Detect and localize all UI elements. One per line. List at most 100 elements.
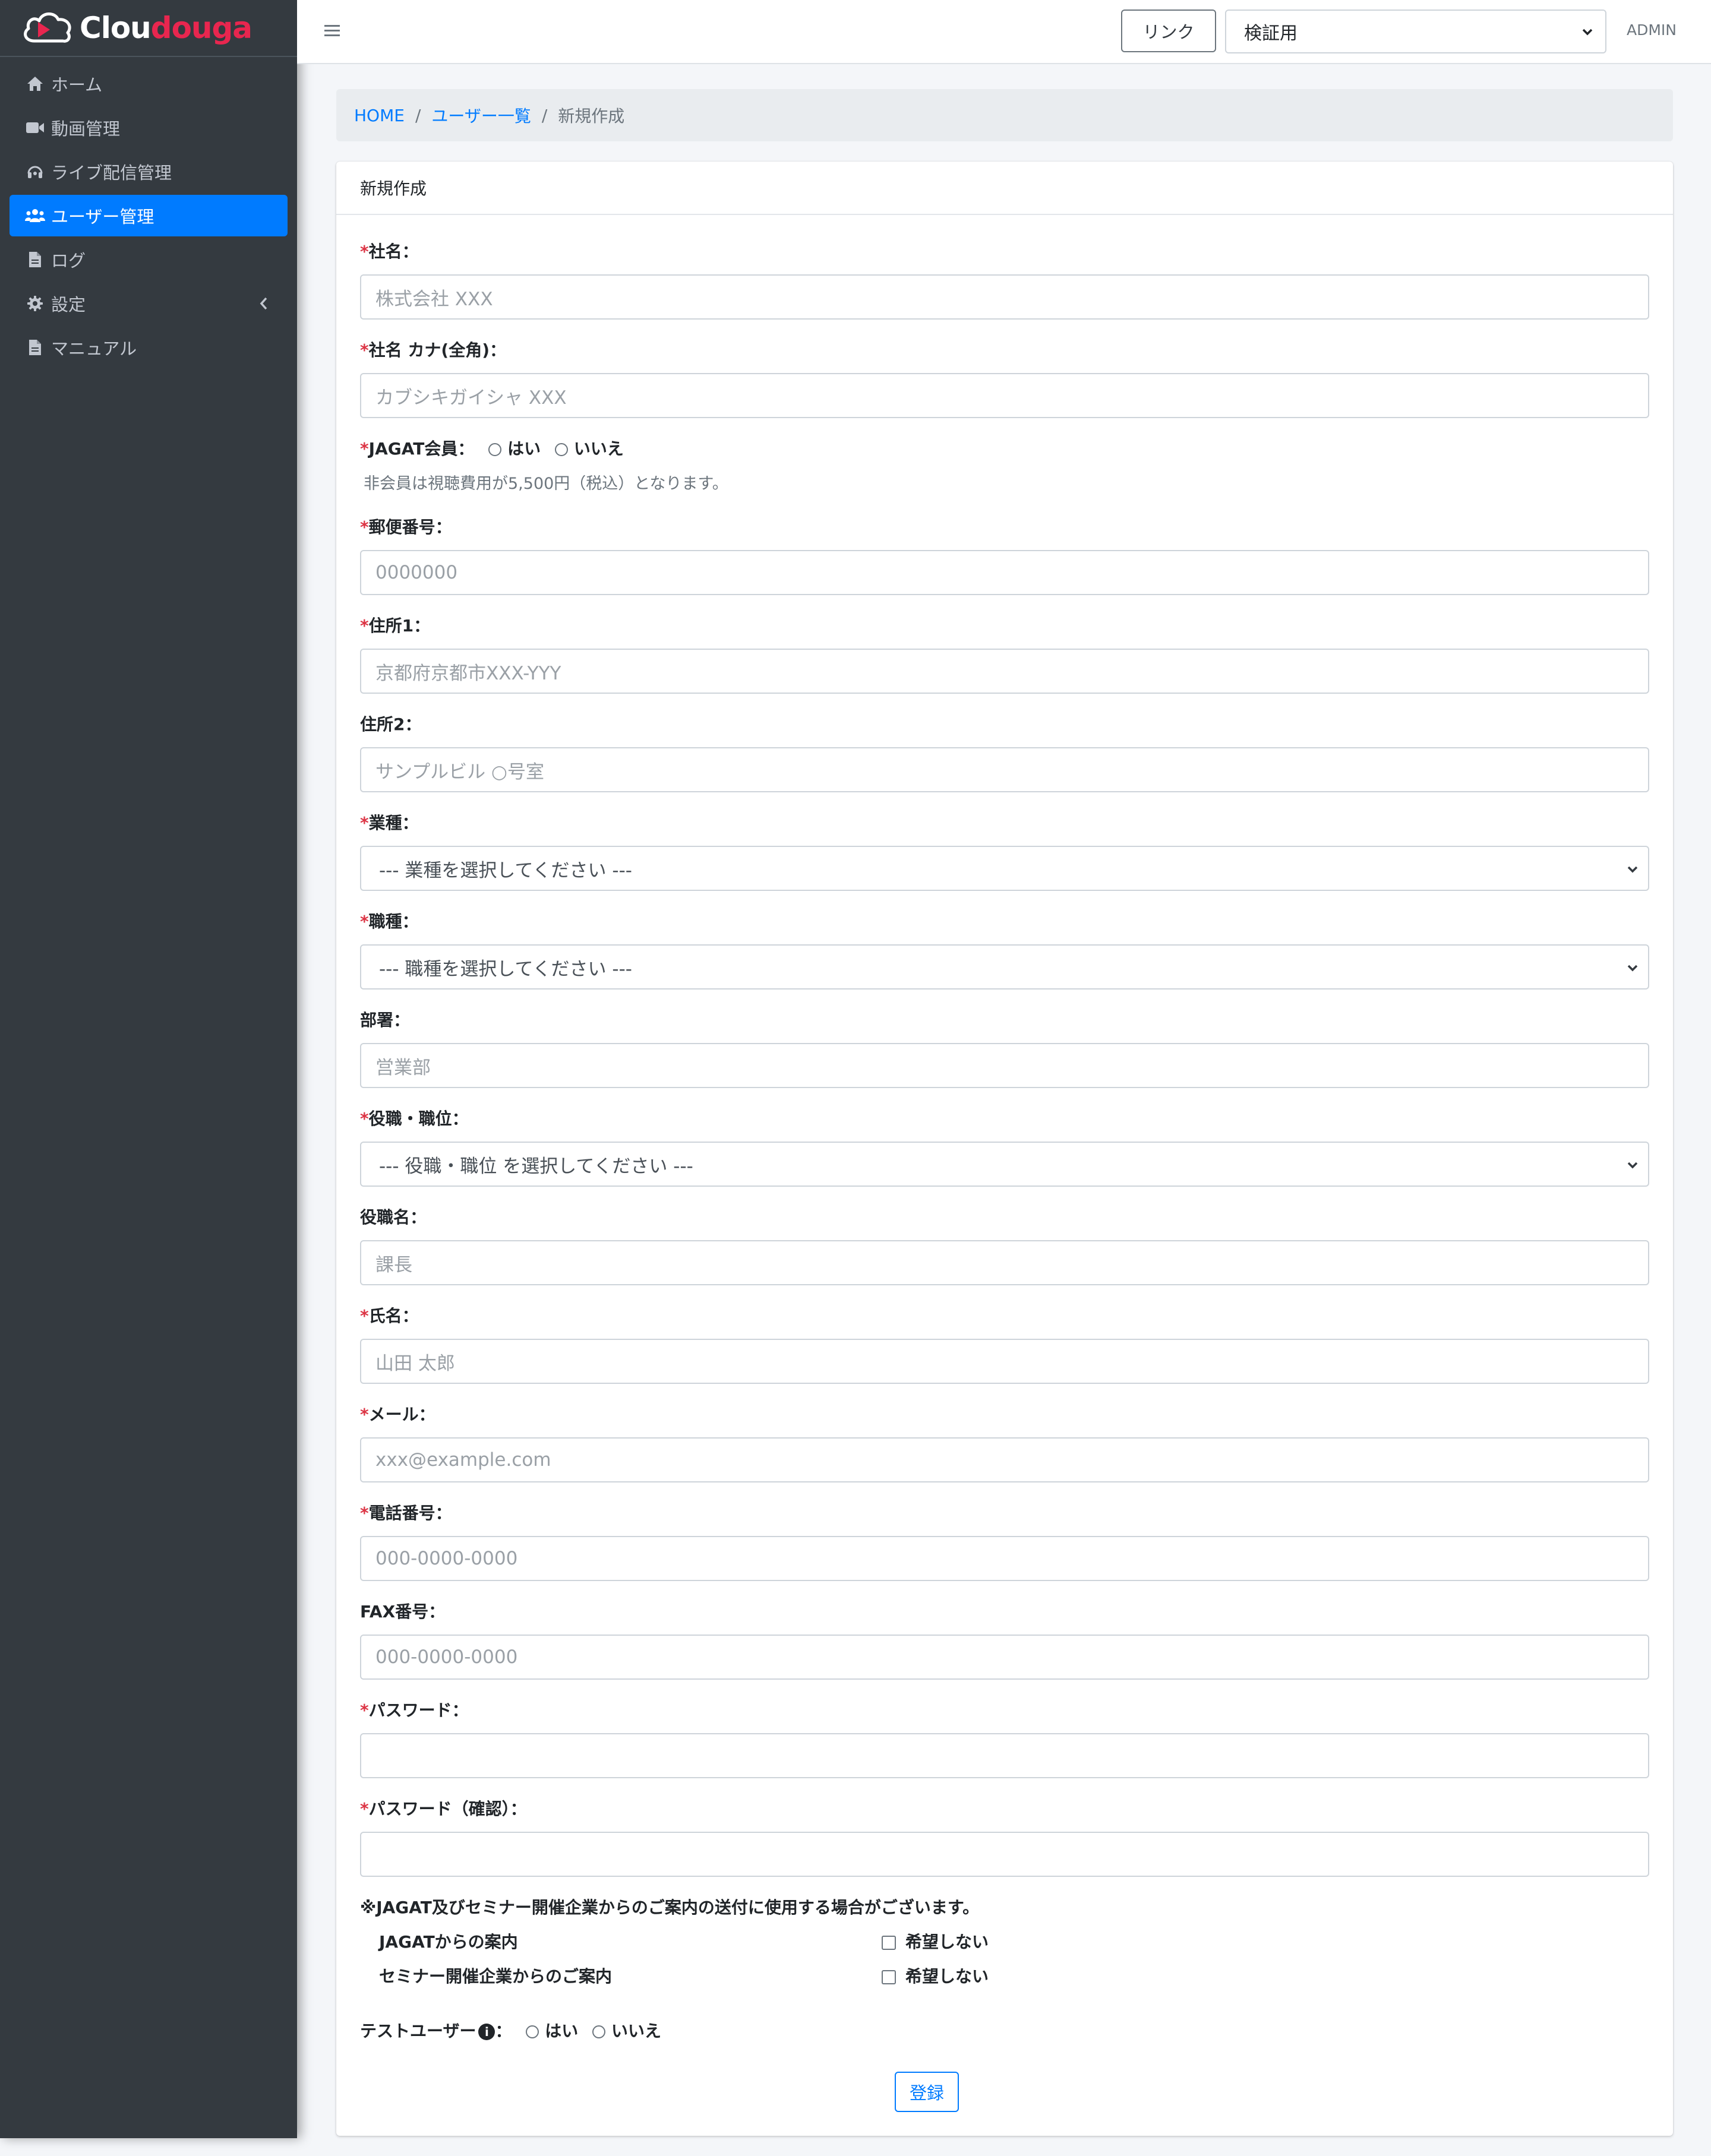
environment-select-value: 検証用 (1244, 23, 1298, 44)
sidebar-item-label: ホーム (51, 75, 103, 95)
sidebar-item-videos[interactable]: 動画管理 (10, 107, 288, 148)
job-type-select[interactable]: --- 職種を選択してください --- (360, 944, 1649, 990)
sidebar-nav: ホーム 動画管理 ライブ配信管理 ユーザー管理 ログ 設定 マニュアル (0, 57, 297, 368)
breadcrumb-users-link[interactable]: ユーザー一覧 (431, 103, 531, 127)
email-label-text: メール： (368, 1405, 435, 1424)
info-icon[interactable]: i (478, 2024, 495, 2040)
brand-text-part2: douga (150, 11, 252, 45)
phone-label-text: 電話番号： (368, 1503, 452, 1523)
card-title: 新規作成 (336, 162, 1673, 215)
email-input[interactable]: xxx@example.com (360, 1437, 1649, 1482)
position-name-input[interactable]: 課長 (360, 1240, 1649, 1285)
phone-label: *電話番号： (360, 1500, 452, 1524)
link-button[interactable]: リンク (1121, 10, 1216, 52)
fax-label: FAX番号： (360, 1602, 446, 1621)
postal-code-label-text: 郵便番号： (368, 517, 452, 537)
sidebar-item-live[interactable]: ライブ配信管理 (10, 151, 288, 192)
jagat-member-yes-radio[interactable] (488, 443, 502, 456)
jagat-member-no-radio[interactable] (554, 443, 568, 456)
sidebar: Cloudouga ホーム 動画管理 ライブ配信管理 ユーザー管理 ログ 設定 … (0, 0, 297, 2138)
required-mark: * (360, 912, 369, 931)
test-user-field: テストユーザー i： はい いいえ (360, 2018, 661, 2042)
sidebar-item-users[interactable]: ユーザー管理 (10, 195, 288, 236)
password-input[interactable] (360, 1733, 1649, 1778)
sidebar-item-manual[interactable]: マニュアル (10, 327, 288, 368)
position-label: *役職・職位： (360, 1106, 469, 1130)
industry-select-value: --- 業種を選択してください --- (379, 859, 632, 881)
jagat-member-label-text: JAGAT会員： (368, 439, 475, 459)
sidebar-item-label: 設定 (51, 295, 86, 315)
test-user-yes-radio[interactable] (526, 2025, 539, 2038)
breadcrumb-home-link[interactable]: HOME (354, 106, 405, 125)
sidebar-item-label: 動画管理 (51, 119, 121, 139)
jagat-info-checkbox-label[interactable]: 希望しない (905, 1932, 989, 1952)
sidebar-item-home[interactable]: ホーム (10, 63, 288, 105)
breadcrumb-separator: / (541, 105, 548, 125)
industry-select[interactable]: --- 業種を選択してください --- (360, 846, 1649, 891)
register-button[interactable]: 登録 (895, 2072, 959, 2112)
address2-input[interactable]: サンプルビル ○号室 (360, 747, 1649, 792)
required-mark: * (360, 1799, 369, 1819)
test-user-no-label[interactable]: いいえ (611, 2021, 661, 2041)
user-menu-label[interactable]: ADMIN (1627, 21, 1677, 39)
job-type-select-value: --- 職種を選択してください --- (379, 958, 632, 980)
test-user-colon: ： (495, 2021, 512, 2041)
sidebar-item-settings[interactable]: 設定 (10, 283, 288, 324)
position-label-text: 役職・職位： (368, 1109, 469, 1128)
environment-select[interactable]: 検証用 (1225, 10, 1606, 53)
seminar-info-optout[interactable]: 希望しない (882, 1964, 989, 1987)
required-mark: * (360, 1109, 369, 1128)
position-select-value: --- 役職・職位 を選択してください --- (379, 1155, 693, 1177)
phone-input[interactable]: 000-0000-0000 (360, 1536, 1649, 1581)
brand-logo[interactable]: Cloudouga (0, 0, 297, 57)
test-user-no-radio[interactable] (592, 2025, 605, 2038)
fax-input[interactable]: 000-0000-0000 (360, 1635, 1649, 1680)
jagat-member-label: *JAGAT会員： はい いいえ (360, 436, 624, 460)
seminar-info-checkbox-label[interactable]: 希望しない (905, 1967, 989, 1986)
position-name-label: 役職名： (360, 1207, 427, 1227)
jagat-member-help: 非会員は視聴費用が5,500円（税込）となります。 (364, 475, 728, 493)
industry-label: *業種： (360, 810, 419, 834)
required-mark: * (360, 340, 369, 360)
password-confirm-label-text: パスワード（確認）： (368, 1799, 527, 1819)
jagat-member-no-label[interactable]: いいえ (574, 439, 624, 459)
address1-input[interactable]: 京都府京都市XXX-YYY (360, 649, 1649, 694)
department-input[interactable]: 営業部 (360, 1043, 1649, 1088)
chevron-down-icon (1627, 965, 1638, 972)
company-name-label: *社名： (360, 239, 419, 263)
sidebar-item-log[interactable]: ログ (10, 239, 288, 280)
sidebar-item-label: ユーザー管理 (51, 207, 154, 227)
sidebar-item-label: ライブ配信管理 (51, 163, 172, 183)
postal-code-input[interactable]: 0000000 (360, 550, 1649, 595)
seminar-info-label: セミナー開催企業からのご案内 (379, 1967, 613, 1986)
required-mark: * (360, 1700, 369, 1720)
required-mark: * (360, 517, 369, 537)
company-name-input[interactable]: 株式会社 XXX (360, 274, 1649, 320)
password-label: *パスワード： (360, 1697, 469, 1721)
company-kana-input[interactable]: カブシキガイシャ XXX (360, 373, 1649, 418)
seminar-info-checkbox[interactable] (882, 1970, 896, 1984)
password-confirm-input[interactable] (360, 1832, 1649, 1877)
full-name-label: *氏名： (360, 1303, 419, 1327)
jagat-info-checkbox[interactable] (882, 1936, 896, 1950)
test-user-yes-label[interactable]: はい (545, 2021, 578, 2041)
video-camera-icon (25, 118, 45, 138)
company-name-label-text: 社名： (368, 242, 419, 261)
job-type-label-text: 職種： (368, 912, 419, 931)
hamburger-menu-icon[interactable] (323, 21, 341, 39)
chevron-left-icon (260, 297, 267, 310)
jagat-info-label: JAGATからの案内 (379, 1932, 518, 1952)
full-name-input[interactable]: 山田 太郎 (360, 1339, 1649, 1384)
jagat-member-yes-label[interactable]: はい (507, 439, 541, 459)
breadcrumb: HOME / ユーザー一覧 / 新規作成 (336, 89, 1673, 141)
postal-code-label: *郵便番号： (360, 514, 452, 538)
jagat-info-optout[interactable]: 希望しない (882, 1929, 989, 1953)
email-label: *メール： (360, 1402, 435, 1425)
users-icon (25, 206, 45, 226)
user-create-card: 新規作成 *社名： 株式会社 XXX *社名 カナ(全角)： カブシキガイシャ … (336, 162, 1673, 2136)
brand-text-part1: Clou (80, 11, 151, 45)
address1-label: *住所1： (360, 613, 430, 637)
position-select[interactable]: --- 役職・職位 を選択してください --- (360, 1142, 1649, 1187)
required-mark: * (360, 1306, 369, 1326)
file-icon (25, 337, 45, 358)
